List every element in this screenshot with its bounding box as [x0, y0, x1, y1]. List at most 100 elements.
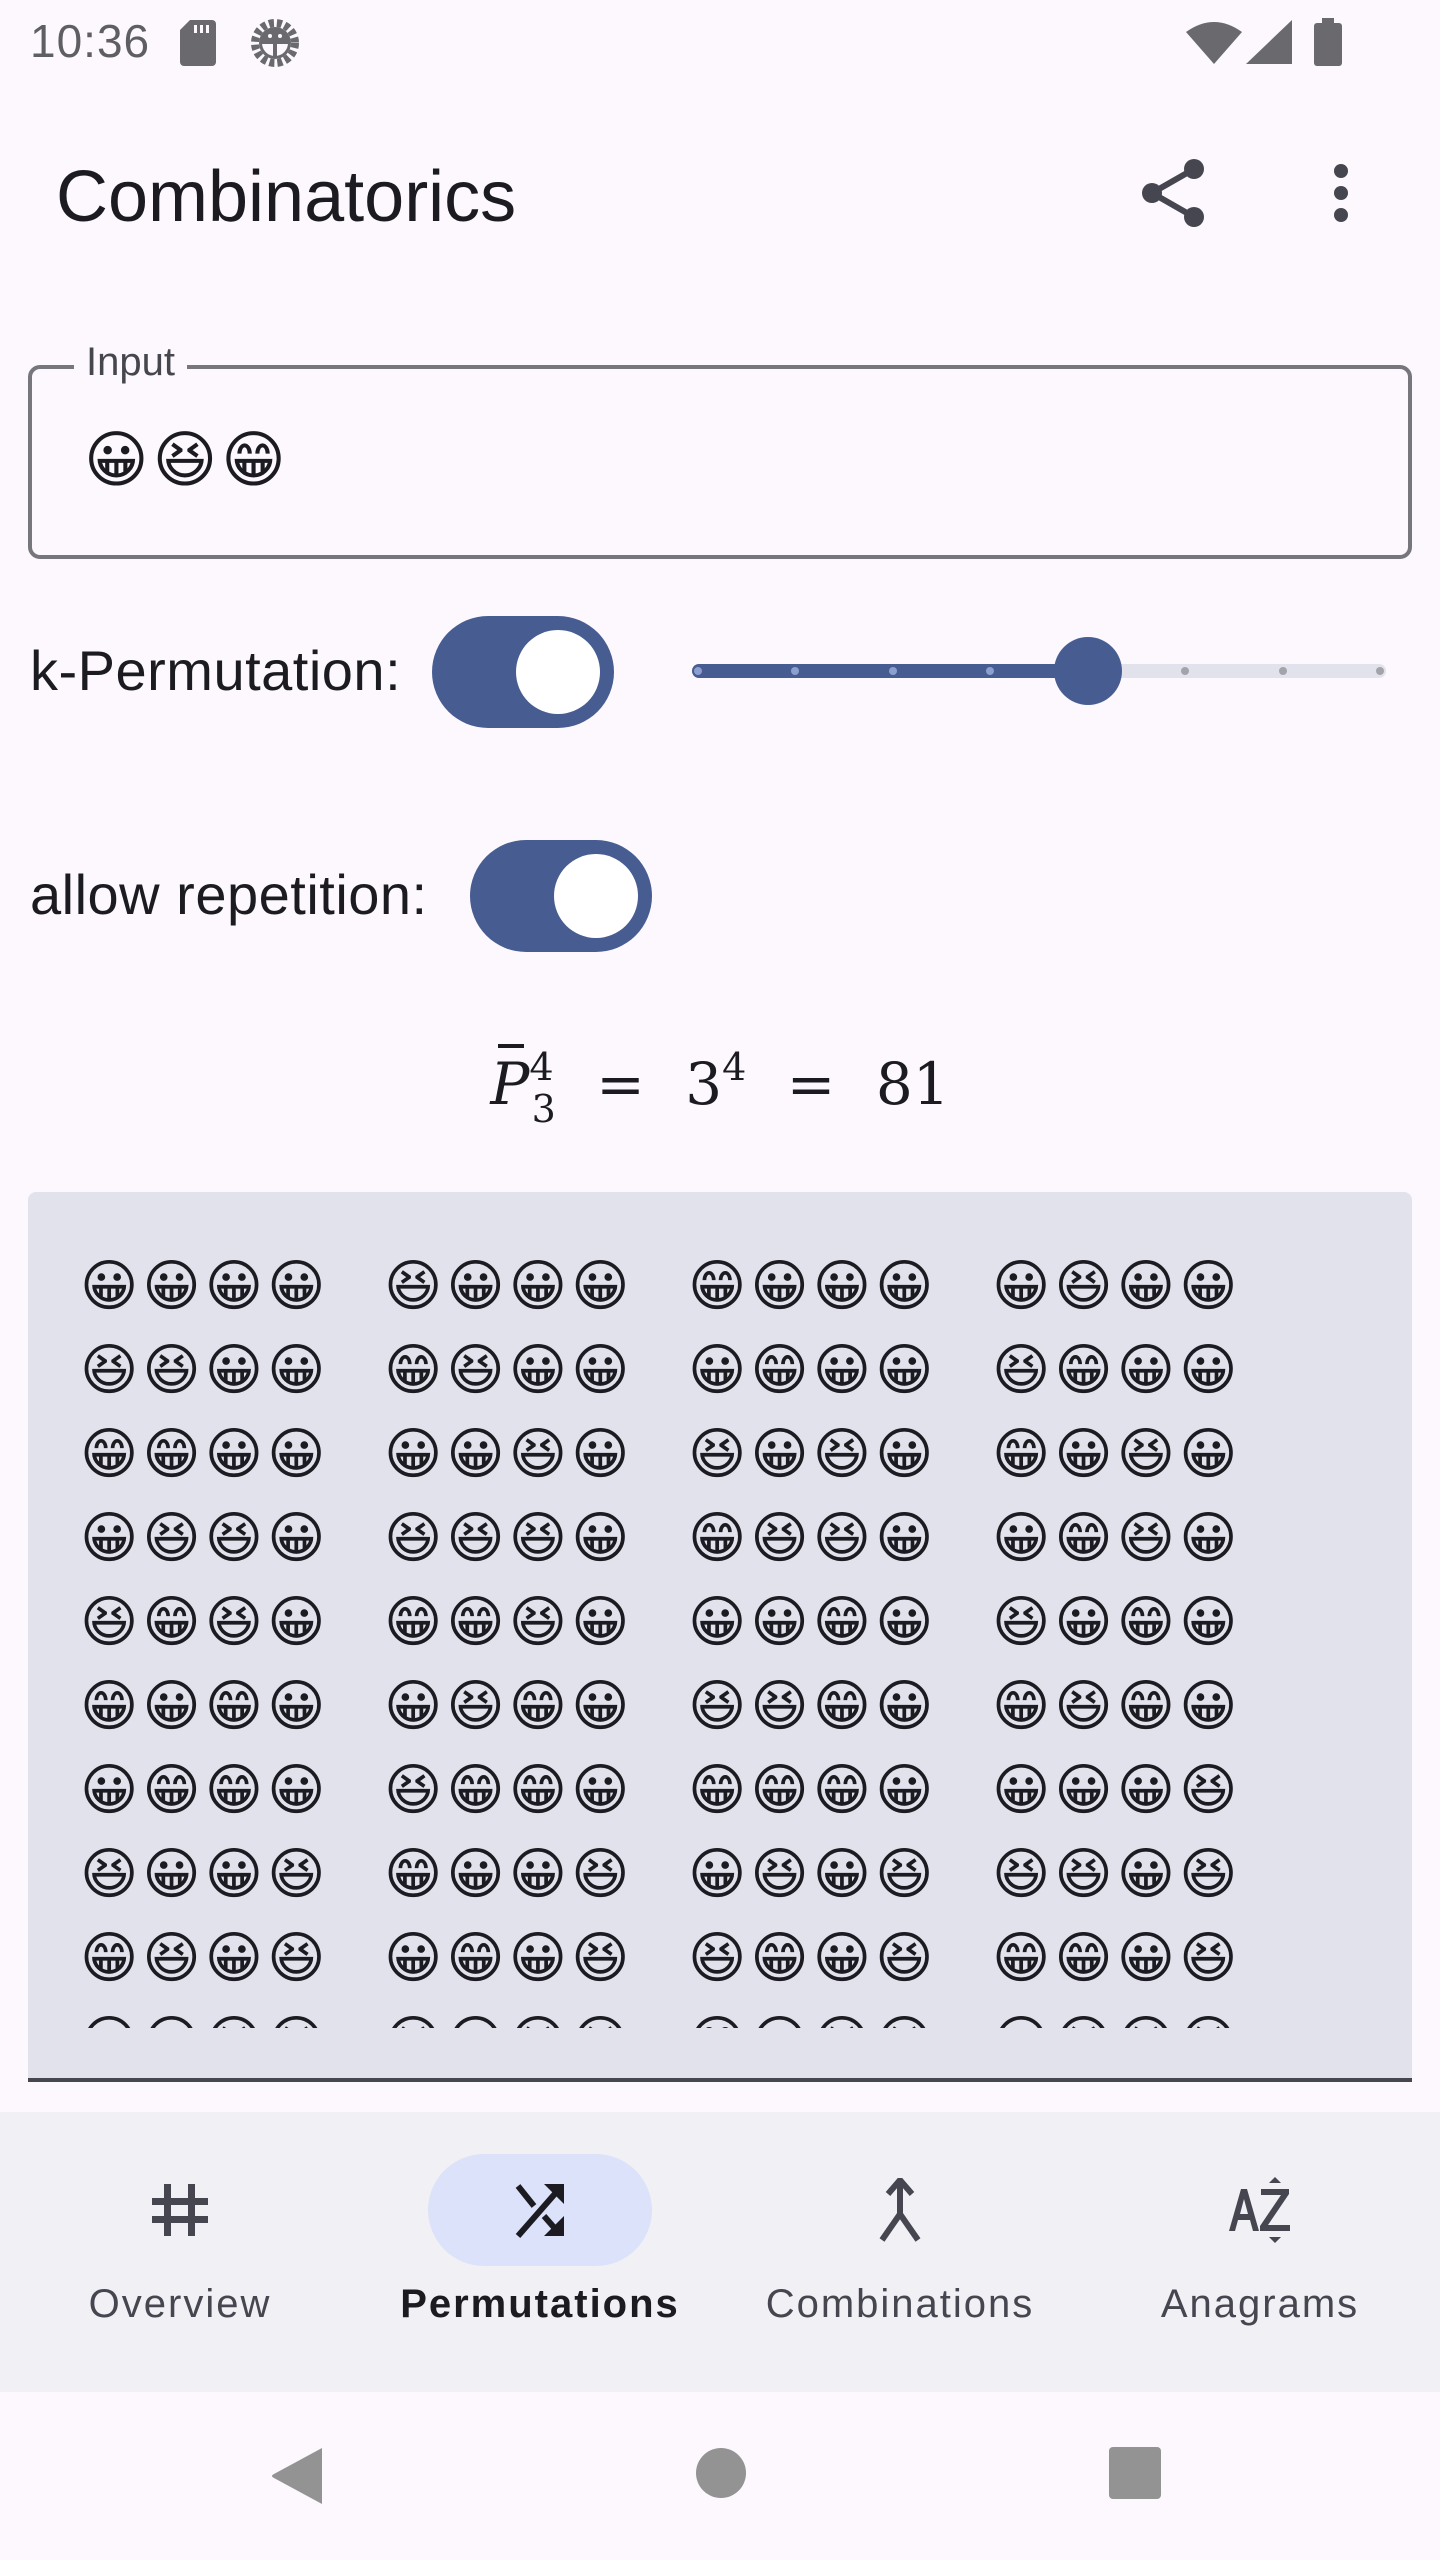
wifi-icon	[1186, 22, 1242, 64]
permutation-item: 😀😀😆😆	[80, 2008, 384, 2028]
permutation-item: 😀😆😁😀	[384, 1674, 634, 1739]
k-permutation-label: k-Permutation:	[30, 639, 402, 702]
permutation-item: 😁😁😁😀	[688, 1758, 938, 1823]
results-row: 😁😁😀😀 😀😀😆😀 😆😀😆😀 😁😀😆😀	[80, 1420, 1380, 1504]
nav-item-combinations[interactable]: Combinations	[720, 2112, 1080, 2392]
permutation-item: 😆😀😆😀	[688, 1422, 938, 1487]
nav-item-overview[interactable]: Overview	[0, 2112, 360, 2392]
bottom-navigation: Overview Permutations Combinations Anagr…	[0, 2112, 1440, 2392]
slider-thumb[interactable]	[1053, 637, 1122, 705]
permutation-item: 😆😁😀😀	[992, 1338, 1242, 1403]
permutation-item: 😁😀😆😀	[992, 1422, 1242, 1487]
permutation-item: 😀😁😀😀	[688, 1338, 938, 1403]
nav-label: Overview	[88, 2282, 272, 2326]
permutation-item: 😆😁😁😀	[384, 1758, 634, 1823]
permutation-item: 😀😀😀😆	[992, 1758, 1242, 1823]
results-row: 😁😆😀😆 😀😁😀😆 😆😁😀😆 😁😁😀😆	[80, 1924, 1380, 2008]
permutation-item: 😀😀😁😀	[688, 1590, 938, 1655]
home-icon[interactable]	[694, 2446, 748, 2500]
formula: P43 = 34 = 81	[0, 1044, 1440, 1131]
formula-subscript: 3	[531, 1087, 556, 1131]
permutation-item: 😁😆😀😀	[384, 1338, 634, 1403]
k-slider[interactable]	[692, 632, 1386, 712]
input-label: Input	[74, 340, 187, 385]
tag-icon	[140, 2170, 220, 2250]
debug-icon	[251, 19, 299, 67]
formula-superscript: 4	[529, 1045, 554, 1089]
sort-by-alpha-icon	[1220, 2170, 1300, 2250]
results-row: 😀😀😆😆😆😀😆😆😁😀😆😆😀😆😆😆	[80, 2008, 1380, 2028]
results-list[interactable]: 😀😀😀😀 😆😀😀😀 😁😀😀😀 😀😆😀😀 😆😆😀😀 😁😆😀😀 😀😁😀😀 😆😁😀😀 😁😁😀😀 😀😀😆😀…	[28, 1192, 1412, 2082]
permutation-item: 😁😆😀😆	[80, 1926, 330, 1991]
status-bar: 10:36	[0, 0, 1440, 86]
share-button[interactable]	[1130, 150, 1216, 236]
share-icon	[1142, 159, 1204, 227]
allow-repetition-switch[interactable]	[470, 840, 652, 952]
permutation-item: 😆😆😁😀	[688, 1674, 938, 1739]
formula-exponent: 4	[722, 1045, 747, 1089]
permutation-item: 😁😀😀😀	[688, 1254, 938, 1319]
permutation-item: 😆😀😀😆	[80, 1842, 330, 1907]
permutation-item: 😁😆😁😀	[992, 1674, 1242, 1739]
slider-tick	[888, 667, 897, 675]
system-navigation-bar	[0, 2392, 1440, 2560]
permutation-item: 😆😁😆😀	[80, 1590, 330, 1655]
permutation-item: 😆😀😀😀	[384, 1254, 634, 1319]
permutation-item: 😀😀😀😀	[80, 1254, 330, 1319]
results-row: 😀😀😀😀 😆😀😀😀 😁😀😀😀 😀😆😀😀	[80, 1252, 1380, 1336]
results-viewport: 😀😀😀😀 😆😀😀😀 😁😀😀😀 😀😆😀😀 😆😆😀😀 😁😆😀😀 😀😁😀😀 😆😁😀😀 😁😁😀😀 😀😀😆😀…	[28, 1192, 1412, 2028]
results-row: 😆😀😀😆 😁😀😀😆 😀😆😀😆 😆😆😀😆	[80, 1840, 1380, 1924]
more-vert-icon	[1334, 164, 1348, 222]
status-time: 10:36	[30, 15, 151, 67]
results-row: 😀😁😁😀 😆😁😁😀 😁😁😁😀 😀😀😀😆	[80, 1756, 1380, 1840]
allow-repetition-label: allow repetition:	[30, 863, 428, 926]
formula-symbol: P	[490, 1044, 530, 1118]
permutation-item: 😀😆😆😆	[992, 2008, 1296, 2028]
permutation-item: 😁😀😆😆	[688, 2008, 992, 2028]
formula-result: 81	[875, 1050, 950, 1118]
formula-equals: =	[786, 1050, 836, 1118]
permutation-item: 😀😁😆😀	[992, 1506, 1242, 1571]
permutation-item: 😀😆😆😀	[80, 1506, 330, 1571]
shuffle-icon	[500, 2170, 580, 2250]
permutation-item: 😆😆😆😀	[384, 1506, 634, 1571]
permutation-item: 😆😆😀😀	[80, 1338, 330, 1403]
formula-base: 3	[685, 1050, 723, 1118]
permutation-item: 😁😁😀😀	[80, 1422, 330, 1487]
permutation-item: 😁😆😆😀	[688, 1506, 938, 1571]
permutation-item: 😁😁😆😀	[384, 1590, 634, 1655]
permutation-item: 😁😁😀😆	[992, 1926, 1242, 1991]
k-permutation-switch[interactable]	[432, 616, 614, 728]
battery-icon	[1314, 18, 1342, 66]
back-icon[interactable]	[270, 2446, 330, 2506]
formula-symbol-text: P	[490, 1050, 530, 1118]
sd-card-icon	[180, 20, 216, 66]
permutation-item: 😆😀😁😀	[992, 1590, 1242, 1655]
slider-tick	[694, 667, 702, 675]
recents-icon[interactable]	[1108, 2446, 1162, 2500]
app-title: Combinatorics	[56, 157, 517, 237]
formula-bar	[498, 1044, 525, 1048]
permutation-item: 😀😆😀😆	[688, 1842, 938, 1907]
results-row: 😁😀😁😀 😀😆😁😀 😆😆😁😀 😁😆😁😀	[80, 1672, 1380, 1756]
input-value[interactable]: 😀😆😁	[84, 424, 290, 496]
slider-tick	[1278, 667, 1287, 675]
permutation-item: 😆😆😀😆	[992, 1842, 1242, 1907]
permutation-item: 😁😀😀😆	[384, 1842, 634, 1907]
nav-label: Combinations	[765, 2282, 1035, 2326]
cell-signal-icon	[1246, 20, 1292, 64]
results-row: 😆😆😀😀 😁😆😀😀 😀😁😀😀 😆😁😀😀	[80, 1336, 1380, 1420]
permutation-item: 😀😁😀😆	[384, 1926, 634, 1991]
merge-icon	[860, 2170, 940, 2250]
nav-item-anagrams[interactable]: Anagrams	[1080, 2112, 1440, 2392]
permutation-item: 😀😀😆😀	[384, 1422, 634, 1487]
nav-item-permutations[interactable]: Permutations	[360, 2112, 720, 2392]
switch-knob	[516, 630, 600, 714]
results-row: 😀😆😆😀 😆😆😆😀 😁😆😆😀 😀😁😆😀	[80, 1504, 1380, 1588]
nav-label: Anagrams	[1160, 2282, 1360, 2326]
permutation-item: 😁😀😁😀	[80, 1674, 330, 1739]
permutation-item: 😀😁😁😀	[80, 1758, 330, 1823]
more-options-button[interactable]	[1296, 150, 1386, 236]
permutation-item: 😀😆😀😀	[992, 1254, 1242, 1319]
permutation-item: 😆😁😀😆	[688, 1926, 938, 1991]
